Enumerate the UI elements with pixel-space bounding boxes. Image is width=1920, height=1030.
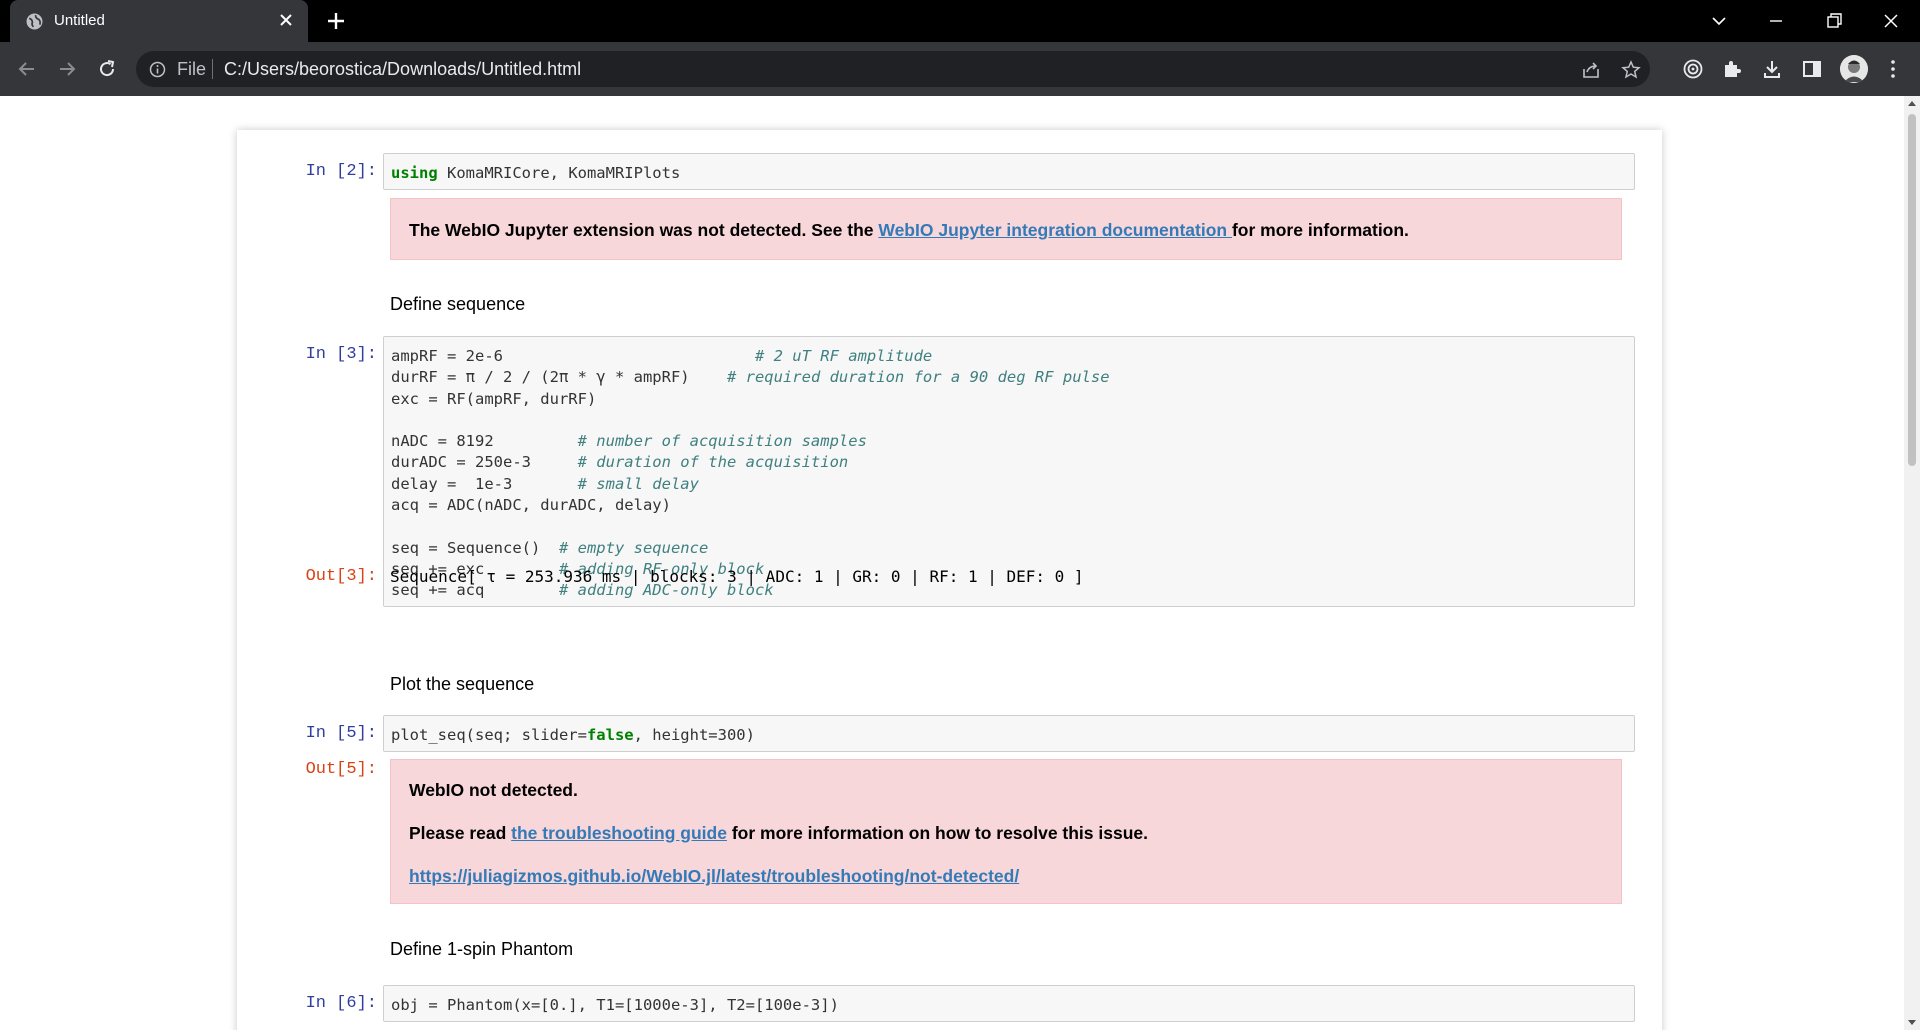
code-line: nADC = 8192 # number of acquisition samp… — [391, 431, 1627, 452]
page-scrollbar[interactable] — [1904, 96, 1920, 1030]
input-prompt: In [5]: — [305, 724, 377, 743]
side-panel-icon[interactable] — [1800, 57, 1824, 81]
code-keyword: false — [586, 726, 634, 744]
troubleshooting-url-link[interactable]: https://juliagizmos.github.io/WebIO.jl/l… — [409, 866, 1019, 886]
alert-text-end: for more information on how to resolve t… — [726, 823, 1148, 843]
minimize-icon[interactable] — [1763, 8, 1789, 34]
code-statement: durRF = π / 2 / (2π * γ * ampRF) — [391, 368, 727, 387]
code-statement: durADC = 250e-3 — [391, 453, 578, 472]
code-line: acq = ADC(nADC, durADC, delay) — [391, 495, 1627, 516]
scroll-down-arrow-icon[interactable] — [1908, 1020, 1916, 1025]
info-icon[interactable] — [149, 61, 166, 78]
input-prompt: In [2]: — [305, 162, 377, 181]
extension-target-icon[interactable] — [1681, 57, 1705, 81]
input-prompt: In [3]: — [305, 345, 377, 364]
code-line: ampRF = 2e-6 # 2 uT RF amplitude — [391, 346, 1627, 367]
code-text: plot_seq(seq; slider= — [391, 726, 587, 744]
output-prompt: Out[5]: — [305, 760, 377, 779]
code-statement: nADC = 8192 — [391, 432, 578, 451]
code-line: exc = RF(ampRF, durRF) — [391, 389, 1627, 410]
back-arrow-icon[interactable] — [15, 57, 39, 81]
alert-title: WebIO not detected. — [409, 780, 578, 800]
markdown-plot-sequence: Plot the sequence — [390, 674, 535, 694]
tab-search-chevron-icon[interactable] — [1706, 8, 1732, 34]
code-line: durRF = π / 2 / (2π * γ * ampRF) # requi… — [391, 367, 1627, 388]
code-comment: # required duration for a 90 deg RF puls… — [726, 368, 1110, 387]
kebab-menu-icon[interactable] — [1881, 57, 1905, 81]
globe-icon — [26, 13, 43, 30]
download-icon[interactable] — [1760, 57, 1784, 81]
address-url[interactable]: C:/Users/beorostica/Downloads/Untitled.h… — [224, 59, 581, 80]
code-cell-imports[interactable]: using KomaMRICore, KomaMRIPlots — [383, 153, 1635, 190]
input-prompt: In [6]: — [305, 994, 377, 1013]
close-window-icon[interactable] — [1878, 8, 1904, 34]
troubleshooting-guide-link[interactable]: the troubleshooting guide — [511, 823, 727, 843]
markdown-define-sequence: Define sequence — [390, 294, 526, 314]
tab-title: Untitled — [54, 12, 105, 29]
extensions-puzzle-icon[interactable] — [1720, 57, 1744, 81]
code-line: durADC = 250e-3 # duration of the acquis… — [391, 452, 1627, 473]
new-tab-plus-icon[interactable] — [325, 10, 347, 32]
code-statement: ampRF = 2e-6 — [391, 347, 755, 365]
alert-text: Please read — [409, 823, 512, 843]
webio-warning-alert: The WebIO Jupyter extension was not dete… — [390, 198, 1622, 260]
file-scheme-label: File — [177, 59, 207, 79]
code-comment: # empty sequence — [558, 538, 709, 557]
code-text: KomaMRICore, KomaMRIPlots — [437, 164, 681, 182]
restore-icon[interactable] — [1821, 8, 1847, 34]
code-statement: delay = 1e-3 — [391, 474, 578, 493]
markdown-define-phantom: Define 1-spin Phantom — [390, 939, 574, 959]
scrollbar-thumb[interactable] — [1908, 114, 1916, 466]
webio-not-detected-alert: WebIO not detected. Please read the trou… — [390, 759, 1622, 904]
code-line: seq = Sequence() # empty sequence — [391, 538, 1627, 559]
notebook-container: In [2]: using KomaMRICore, KomaMRIPlots … — [237, 130, 1662, 1030]
code-comment: # duration of the acquisition — [577, 453, 849, 472]
page-viewport: In [2]: using KomaMRICore, KomaMRIPlots … — [0, 96, 1904, 1030]
code-comment: # number of acquisition samples — [577, 432, 867, 451]
address-bar[interactable]: File C:/Users/beorostica/Downloads/Untit… — [136, 51, 1650, 87]
code-keyword: using — [391, 164, 438, 182]
code-cell-phantom[interactable]: obj = Phantom(x=[0.], T1=[1000e-3], T2=[… — [383, 985, 1635, 1022]
tab-strip: Untitled — [0, 0, 1920, 42]
code-statement: acq = ADC(nADC, durADC, delay) — [391, 496, 671, 515]
webio-docs-link[interactable]: WebIO Jupyter integration documentation — [878, 220, 1232, 240]
warning-text: The WebIO Jupyter extension was not dete… — [409, 220, 879, 240]
alert-body: Please read the troubleshooting guide fo… — [409, 823, 1603, 844]
scroll-up-arrow-icon[interactable] — [1908, 101, 1916, 106]
code-cell-plot[interactable]: plot_seq(seq; slider=false, height=300) — [383, 715, 1635, 752]
bookmark-star-icon[interactable] — [1620, 59, 1642, 81]
code-statement: exc = RF(ampRF, durRF) — [391, 389, 597, 408]
sequence-output: Sequence[ τ = 253.936 ms | blocks: 3 | A… — [390, 567, 1084, 586]
code-line: delay = 1e-3 # small delay — [391, 474, 1627, 495]
browser-tab[interactable]: Untitled — [10, 0, 308, 42]
code-comment: # small delay — [577, 474, 699, 493]
profile-face-icon — [1840, 55, 1868, 83]
warning-text-end: for more information. — [1231, 220, 1409, 240]
reload-icon[interactable] — [95, 57, 119, 81]
output-prompt: Out[3]: — [305, 567, 377, 586]
code-text-end: , height=300) — [633, 726, 755, 744]
address-divider — [212, 59, 213, 79]
code-statement: seq = Sequence() — [391, 538, 559, 557]
share-icon[interactable] — [1580, 59, 1602, 81]
browser-toolbar: File C:/Users/beorostica/Downloads/Untit… — [0, 42, 1920, 96]
code-comment: # 2 uT RF amplitude — [754, 347, 933, 365]
profile-avatar[interactable] — [1840, 55, 1868, 83]
close-tab-icon[interactable] — [276, 10, 296, 30]
forward-arrow-icon[interactable] — [55, 57, 79, 81]
